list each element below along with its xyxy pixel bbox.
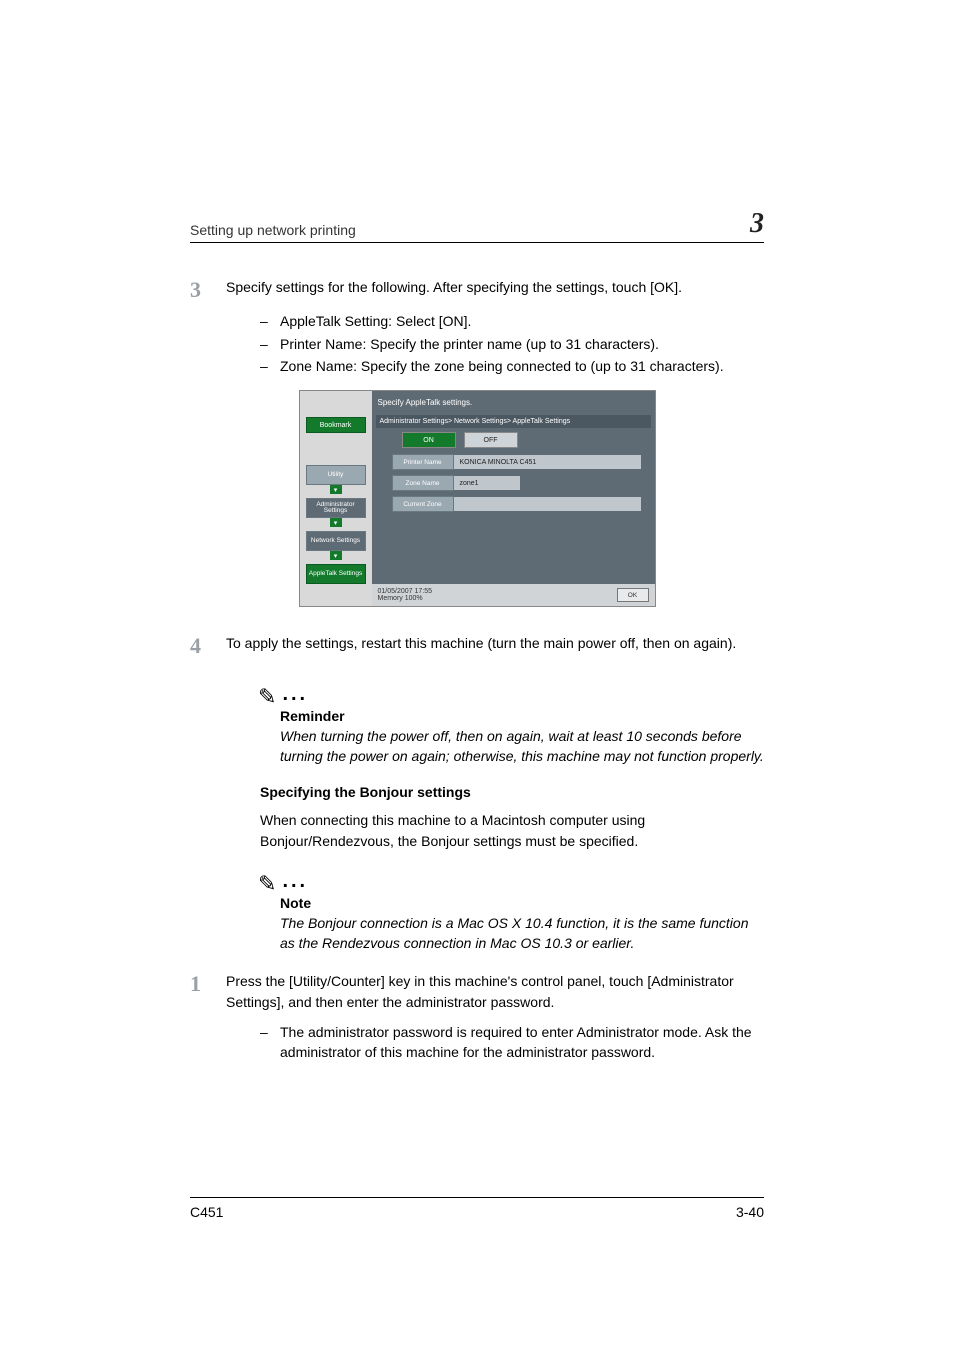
ui-nav-network[interactable]: Network Settings xyxy=(306,531,366,551)
pen-icon: ✎ xyxy=(258,873,276,895)
step-number-1: 1 xyxy=(190,971,226,1012)
ui-status-memory: Memory 100% xyxy=(378,595,423,602)
ui-nav-appletalk[interactable]: AppleTalk Settings xyxy=(306,564,366,584)
step-1-text: Press the [Utility/Counter] key in this … xyxy=(226,971,764,1012)
step3-item-2: Printer Name: Specify the printer name (… xyxy=(280,334,764,354)
running-header: Setting up network printing xyxy=(190,222,356,238)
footer-page: 3-40 xyxy=(736,1204,764,1220)
ui-status-date: 01/05/2007 17:55 xyxy=(378,588,433,595)
bonjour-heading: Specifying the Bonjour settings xyxy=(260,784,764,800)
pen-icon: ✎ xyxy=(258,686,276,708)
chevron-down-icon: ▾ xyxy=(330,551,342,560)
ui-current-zone-label: Current Zone xyxy=(392,496,454,512)
ui-ok-button[interactable]: OK xyxy=(617,588,649,602)
step-number-4: 4 xyxy=(190,633,226,659)
ui-current-zone-field xyxy=(454,497,641,511)
ui-printer-name-field[interactable]: KONICA MINOLTA C451 xyxy=(454,455,641,469)
step3-item-3: Zone Name: Specify the zone being connec… xyxy=(280,356,764,376)
ellipsis-icon: ... xyxy=(282,870,308,892)
reminder-body: When turning the power off, then on agai… xyxy=(280,726,764,767)
footer-model: C451 xyxy=(190,1204,223,1220)
ui-zone-name-field[interactable]: zone1 xyxy=(454,476,520,490)
chevron-down-icon: ▾ xyxy=(330,518,342,527)
note-heading: Note xyxy=(280,895,764,911)
ui-off-button[interactable]: OFF xyxy=(464,432,518,448)
ui-nav-admin[interactable]: Administrator Settings xyxy=(306,498,366,518)
ui-bookmark-button[interactable]: Bookmark xyxy=(306,417,366,433)
ui-title: Specify AppleTalk settings. xyxy=(378,398,473,407)
step3-item-1: AppleTalk Setting: Select [ON]. xyxy=(280,311,764,331)
note-body: The Bonjour connection is a Mac OS X 10.… xyxy=(280,913,764,954)
step1-item-1: The administrator password is required t… xyxy=(280,1022,764,1063)
ui-on-button[interactable]: ON xyxy=(402,432,456,448)
embedded-screenshot: Specify AppleTalk settings. Bookmark Uti… xyxy=(299,390,656,607)
step-number-3: 3 xyxy=(190,277,226,303)
bonjour-paragraph: When connecting this machine to a Macint… xyxy=(260,810,764,851)
ui-zone-name-label: Zone Name xyxy=(392,475,454,491)
chapter-number: 3 xyxy=(750,210,764,238)
ui-nav-utility[interactable]: Utility xyxy=(306,465,366,485)
step-3-text: Specify settings for the following. Afte… xyxy=(226,277,764,303)
chevron-down-icon: ▾ xyxy=(330,485,342,494)
reminder-heading: Reminder xyxy=(280,708,764,724)
step-4-text: To apply the settings, restart this mach… xyxy=(226,633,764,659)
ellipsis-icon: ... xyxy=(282,683,308,705)
ui-printer-name-label: Printer Name xyxy=(392,454,454,470)
ui-breadcrumb: Administrator Settings> Network Settings… xyxy=(376,415,651,428)
